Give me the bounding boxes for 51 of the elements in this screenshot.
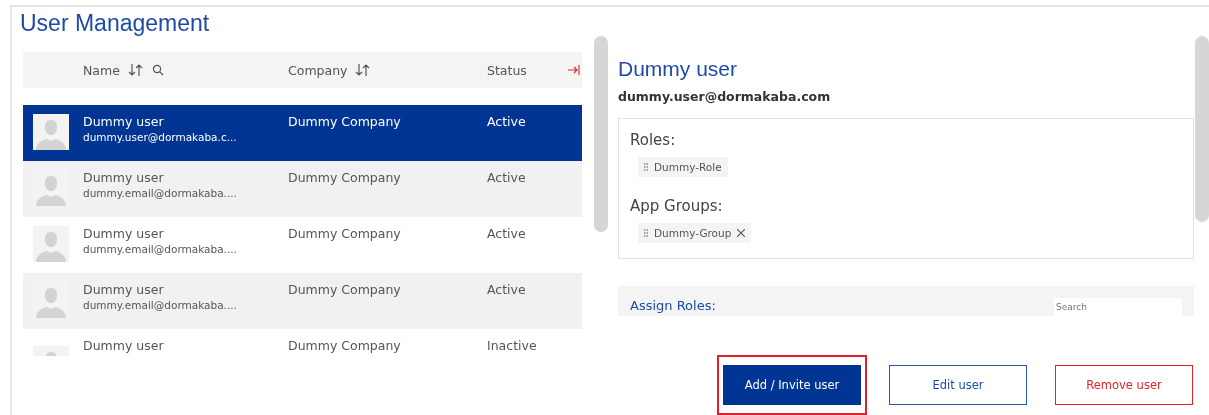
- user-email: dummy.email@dormakaba....: [83, 299, 237, 311]
- user-name: Dummy user: [83, 226, 164, 241]
- section-label: Assign Roles:: [630, 298, 716, 315]
- tag-chip[interactable]: Dummy-Group: [638, 223, 752, 243]
- user-status: Active: [487, 170, 526, 185]
- collapse-icon[interactable]: [568, 65, 580, 75]
- tag-chip[interactable]: Dummy-Role: [638, 157, 728, 177]
- action-button[interactable]: Add / Invite user: [723, 365, 861, 405]
- scrollbar[interactable]: [1195, 36, 1209, 222]
- drag-handle-icon[interactable]: [644, 229, 648, 237]
- user-name: Dummy user: [83, 338, 164, 353]
- user-email: dummy.user@dormakaba.c...: [83, 131, 237, 143]
- action-button[interactable]: Remove user: [1055, 365, 1193, 405]
- table-row[interactable]: Dummy user dummy.email@dormakaba.... Dummy Company Active: [23, 273, 582, 329]
- user-status: Active: [487, 114, 526, 129]
- avatar-icon: [33, 346, 69, 356]
- detail-title: Dummy user: [618, 57, 739, 81]
- table-row[interactable]: Dummy user dummy.email@dormakaba.... Dummy Company Active: [23, 217, 582, 273]
- company-name: Dummy Company: [288, 338, 401, 353]
- avatar-icon: [33, 114, 69, 150]
- search-icon[interactable]: [151, 64, 164, 76]
- user-name: Dummy user: [83, 114, 164, 129]
- sort-icon[interactable]: [355, 63, 372, 77]
- user-status: Active: [487, 226, 526, 241]
- page-title: User Management: [20, 10, 211, 38]
- table-row[interactable]: Dummy user Dummy Company Inactive: [23, 329, 582, 357]
- table-row[interactable]: Dummy user dummy.user@dormakaba.c... Dummy Company Active: [23, 105, 582, 161]
- company-name: Dummy Company: [288, 226, 401, 241]
- column-header: Status: [487, 62, 527, 78]
- sort-icon[interactable]: [127, 63, 144, 77]
- close-icon[interactable]: [737, 229, 746, 237]
- scrollbar[interactable]: [594, 36, 608, 232]
- column-header: Name: [83, 62, 120, 78]
- search-field[interactable]: Search: [1054, 298, 1182, 316]
- column-header: Company: [288, 62, 348, 78]
- company-name: Dummy Company: [288, 170, 401, 185]
- user-status: Inactive: [487, 338, 537, 353]
- user-name: Dummy user: [83, 170, 164, 185]
- table-row[interactable]: Dummy user dummy.email@dormakaba.... Dummy Company Active: [23, 161, 582, 217]
- user-status: Active: [487, 282, 526, 297]
- action-button[interactable]: Edit user: [889, 365, 1027, 405]
- detail-email: dummy.user@dormakaba.com: [618, 89, 832, 104]
- section-label: App Groups:: [630, 197, 724, 215]
- company-name: Dummy Company: [288, 114, 401, 129]
- avatar-icon: [33, 226, 69, 262]
- user-email: dummy.email@dormakaba....: [83, 187, 237, 199]
- section-label: Roles:: [630, 131, 677, 149]
- drag-handle-icon[interactable]: [644, 163, 648, 171]
- user-name: Dummy user: [83, 282, 164, 297]
- user-email: dummy.email@dormakaba....: [83, 243, 237, 255]
- company-name: Dummy Company: [288, 282, 401, 297]
